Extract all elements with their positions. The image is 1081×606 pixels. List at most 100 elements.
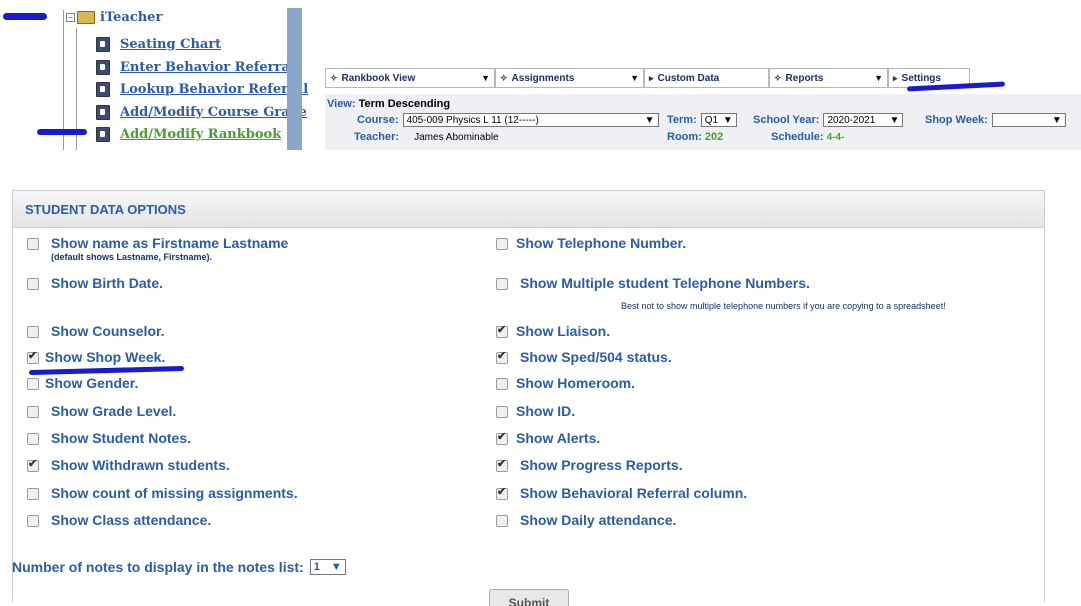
option-show-grade-level[interactable]: Show Grade Level. bbox=[27, 403, 176, 419]
dropdown-arrow-icon[interactable]: ▼ bbox=[874, 73, 883, 83]
tree-item-enter-behavior-referral[interactable]: Enter Behavior Referral bbox=[96, 58, 295, 76]
checkbox[interactable] bbox=[27, 433, 39, 445]
option-show-counselor[interactable]: Show Counselor. bbox=[27, 323, 165, 339]
term-label: Term: bbox=[667, 114, 697, 126]
checkbox[interactable] bbox=[496, 349, 508, 364]
checkbox[interactable] bbox=[496, 406, 508, 418]
tree-item-label[interactable]: Add/Modify Rankbook bbox=[120, 127, 281, 142]
room-line: Room: 202 bbox=[667, 131, 723, 143]
chevron-down-icon: ▼ bbox=[330, 561, 342, 573]
option-show-sped-504[interactable]: Show Sped/504 status. bbox=[496, 349, 672, 365]
diamond-icon: ✧ bbox=[330, 72, 338, 83]
dropdown-arrow-icon[interactable]: ▼ bbox=[481, 73, 490, 83]
menu-custom-data[interactable]: ▸ Custom Data bbox=[644, 68, 769, 88]
school-year-label: School Year: bbox=[753, 114, 820, 126]
diamond-icon: ✧ bbox=[774, 72, 782, 83]
tree-item-label[interactable]: Enter Behavior Referral bbox=[120, 60, 295, 75]
checkbox[interactable] bbox=[27, 457, 39, 472]
checkbox[interactable] bbox=[27, 326, 39, 338]
option-show-alerts[interactable]: Show Alerts. bbox=[496, 430, 600, 446]
shop-week-select[interactable]: ▼ bbox=[991, 113, 1066, 127]
option-show-behavioral-referral[interactable]: Show Behavioral Referral column. bbox=[496, 485, 747, 501]
tree-item-label[interactable]: Seating Chart bbox=[120, 37, 221, 52]
tree-item-label[interactable]: Add/Modify Course Grade bbox=[120, 105, 307, 120]
option-show-withdrawn-students[interactable]: Show Withdrawn students. bbox=[27, 457, 230, 473]
checkbox[interactable] bbox=[496, 457, 508, 472]
checkbox[interactable] bbox=[27, 238, 39, 250]
tree-item-label[interactable]: Lookup Behavior Referral bbox=[120, 82, 308, 97]
collapse-icon[interactable]: − bbox=[66, 13, 75, 22]
checkbox[interactable] bbox=[496, 430, 508, 445]
page-icon bbox=[96, 126, 110, 142]
option-show-telephone[interactable]: Show Telephone Number. bbox=[496, 235, 686, 251]
menu-label: Rankbook View bbox=[341, 72, 416, 84]
option-label: Show Student Notes. bbox=[51, 430, 191, 446]
page-icon bbox=[96, 104, 110, 120]
option-show-firstname-lastname[interactable]: Show name as Firstname Lastname (default… bbox=[27, 235, 288, 262]
option-show-id[interactable]: Show ID. bbox=[496, 403, 575, 419]
checkbox[interactable] bbox=[496, 485, 508, 500]
option-show-shop-week[interactable]: Show Shop Week. bbox=[27, 349, 165, 365]
option-label: Show Homeroom. bbox=[516, 375, 636, 391]
option-show-student-notes[interactable]: Show Student Notes. bbox=[27, 430, 191, 446]
option-show-daily-attendance[interactable]: Show Daily attendance. bbox=[496, 512, 676, 528]
checkbox[interactable] bbox=[496, 515, 508, 527]
tree-item-add-modify-rankbook[interactable]: Add/Modify Rankbook bbox=[96, 125, 281, 143]
option-label: Show count of missing assignments. bbox=[51, 485, 298, 501]
term-line: Term: Q1 ▼ bbox=[667, 113, 737, 127]
term-select[interactable]: Q1 ▼ bbox=[700, 113, 737, 127]
room-value: 202 bbox=[704, 131, 724, 143]
checkbox[interactable] bbox=[27, 488, 39, 500]
option-show-multiple-telephone[interactable]: Show Multiple student Telephone Numbers. bbox=[496, 275, 810, 291]
chevron-down-icon: ▼ bbox=[1051, 114, 1062, 126]
shop-week-label: Shop Week: bbox=[925, 114, 988, 126]
tree-item-add-modify-course-grade[interactable]: Add/Modify Course Grade bbox=[96, 103, 307, 121]
option-show-birth-date[interactable]: Show Birth Date. bbox=[27, 275, 163, 291]
checkbox[interactable] bbox=[27, 515, 39, 527]
school-year-select-value: 2020-2021 bbox=[827, 114, 876, 126]
sidebar-splitter[interactable] bbox=[287, 8, 302, 150]
option-show-progress-reports[interactable]: Show Progress Reports. bbox=[496, 457, 683, 473]
checkbox[interactable] bbox=[27, 378, 39, 390]
menu-assignments[interactable]: ✧ Assignments ▼ bbox=[495, 68, 644, 88]
submit-button[interactable]: Submit bbox=[489, 589, 569, 606]
checkbox[interactable] bbox=[496, 278, 508, 290]
option-label: Show Progress Reports. bbox=[520, 457, 683, 473]
checkbox[interactable] bbox=[496, 323, 508, 338]
option-label: Show Withdrawn students. bbox=[51, 457, 230, 473]
checkbox[interactable] bbox=[27, 349, 39, 364]
option-label: Show Alerts. bbox=[516, 430, 601, 446]
option-show-class-attendance[interactable]: Show Class attendance. bbox=[27, 512, 211, 528]
tree-item-lookup-behavior-referral[interactable]: Lookup Behavior Referral bbox=[96, 80, 308, 98]
option-label: Show Shop Week. bbox=[45, 349, 166, 365]
menu-reports[interactable]: ✧ Reports ▼ bbox=[769, 68, 888, 88]
checkbox[interactable] bbox=[27, 278, 39, 290]
notes-count-select[interactable]: 1 ▼ bbox=[309, 559, 346, 575]
checkbox[interactable] bbox=[27, 406, 39, 418]
menu-rankbook-view[interactable]: ✧ Rankbook View ▼ bbox=[325, 68, 495, 88]
phone-note: Best not to show multiple telephone numb… bbox=[621, 301, 946, 311]
option-label: Show Class attendance. bbox=[51, 512, 212, 528]
checkbox[interactable] bbox=[496, 378, 508, 390]
dropdown-arrow-icon[interactable]: ▼ bbox=[630, 73, 639, 83]
course-select[interactable]: 405-009 Physics L 11 (12-----) ▼ bbox=[402, 113, 659, 127]
option-show-missing-assignments[interactable]: Show count of missing assignments. bbox=[27, 485, 298, 501]
tree-item-seating-chart[interactable]: Seating Chart bbox=[96, 35, 221, 53]
option-show-liaison[interactable]: Show Liaison. bbox=[496, 323, 610, 339]
option-label: Show Behavioral Referral column. bbox=[520, 485, 748, 501]
option-show-homeroom[interactable]: Show Homeroom. bbox=[496, 375, 635, 391]
teacher-line: Teacher: James Abominable bbox=[354, 131, 499, 143]
option-label: Show Gender. bbox=[45, 375, 139, 391]
menu-label: Settings bbox=[901, 72, 941, 84]
checkbox[interactable] bbox=[496, 238, 508, 250]
option-label: Show Telephone Number. bbox=[516, 235, 687, 251]
course-label: Course: bbox=[357, 114, 399, 126]
option-show-gender[interactable]: Show Gender. bbox=[27, 375, 138, 391]
annotation-stroke bbox=[37, 129, 87, 135]
chevron-down-icon: ▼ bbox=[644, 114, 655, 126]
tree-root[interactable]: − iTeacher bbox=[66, 10, 162, 25]
diamond-icon: ✧ bbox=[500, 72, 508, 83]
school-year-select[interactable]: 2020-2021 ▼ bbox=[823, 113, 904, 127]
option-label: Show Counselor. bbox=[51, 323, 165, 339]
folder-icon bbox=[77, 11, 95, 24]
